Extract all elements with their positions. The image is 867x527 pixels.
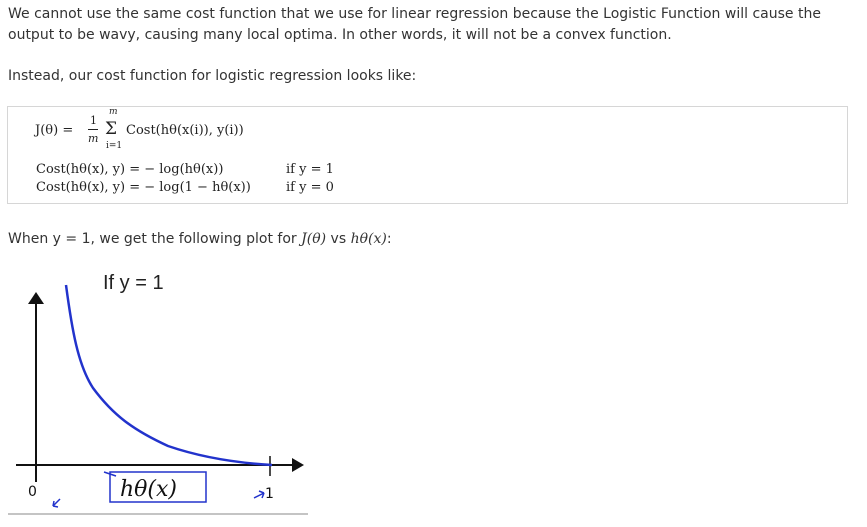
frac-bar (88, 129, 98, 130)
cost-plot-image: 0 1 hθ(x) (8, 270, 310, 520)
plot-intro-suffix: : (386, 231, 392, 247)
cost-y1: Cost(hθ(x), y) = − log(hθ(x)) (36, 162, 224, 177)
x-axis-label: hθ(x) (120, 477, 177, 502)
plot-intro: When y = 1, we get the following plot fo… (8, 229, 853, 250)
x-end-label: 1 (265, 486, 274, 502)
j-lhs: J(θ) = (35, 123, 74, 138)
formula-box: J(θ) = 1 m m Σ i=1 Cost(hθ(x(i)), y(i)) … (7, 106, 848, 204)
sum-lower: i=1 (106, 141, 123, 151)
frac-numerator: 1 (90, 114, 97, 127)
condition-y0: if y = 0 (286, 180, 334, 195)
cost-function-intro: Instead, our cost function for logistic … (8, 68, 417, 84)
sum-upper: m (109, 107, 118, 117)
frac-denominator: m (88, 132, 99, 145)
plot-intro-prefix: When y = 1, we get the following plot fo… (8, 231, 302, 247)
j-rhs: Cost(hθ(x(i)), y(i)) (126, 123, 244, 138)
x-start-label: 0 (28, 484, 37, 500)
plot-intro-mid: vs (326, 231, 351, 247)
intro-paragraph: We cannot use the same cost function tha… (8, 6, 821, 43)
sum-symbol: Σ (105, 119, 118, 139)
plot-title: If y = 1 (103, 272, 164, 294)
plot-intro-j: J(θ) (301, 231, 327, 247)
condition-y1: if y = 1 (286, 162, 334, 177)
plot-intro-h: hθ(x) (350, 231, 387, 247)
cost-y0: Cost(hθ(x), y) = − log(1 − hθ(x)) (36, 180, 251, 195)
